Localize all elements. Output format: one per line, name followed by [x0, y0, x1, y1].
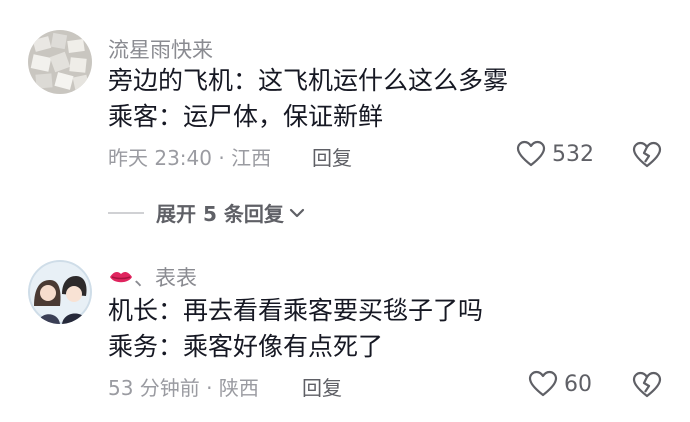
comment-time: 53 分钟前 [108, 376, 200, 400]
like-button[interactable]: 60 [528, 370, 592, 398]
divider [108, 211, 144, 214]
comment-time: 昨天 23:40 [108, 146, 212, 170]
comment-text-line: 乘务：乘客好像有点死了 [108, 332, 384, 361]
broken-heart-icon[interactable] [632, 371, 662, 403]
lips-emoji [110, 272, 132, 283]
comment-location: 陕西 [218, 376, 259, 400]
avatar[interactable] [28, 30, 92, 94]
heart-outline-icon [528, 370, 558, 397]
like-count: 532 [552, 141, 594, 167]
broken-heart-icon[interactable] [632, 141, 662, 173]
comment-meta: 昨天 23:40 · 江西 [108, 146, 272, 170]
comment-meta: 53 分钟前 · 陕西 [108, 376, 259, 400]
like-button[interactable]: 532 [516, 140, 594, 168]
comment-text-line: 机长：再去看看乘客要买毯子了吗 [108, 296, 484, 325]
reply-button[interactable]: 回复 [302, 372, 342, 401]
expand-replies-label: 展开 5 条回复 [156, 202, 284, 226]
username-text: 表表 [155, 266, 197, 290]
username[interactable]: 、表表 [108, 262, 197, 292]
reply-button[interactable]: 回复 [312, 142, 352, 171]
comment-location: 江西 [231, 146, 272, 170]
comment-text-line: 乘客：运尸体，保证新鲜 [108, 102, 384, 131]
comment-item: 流星雨快来 旁边的飞机：这飞机运什么这么多雾 乘客：运尸体，保证新鲜 昨天 23… [0, 0, 690, 190]
comment-text-line: 旁边的飞机：这飞机运什么这么多雾 [108, 66, 509, 95]
expand-replies-button[interactable]: 展开 5 条回复 [108, 198, 306, 227]
like-count: 60 [564, 371, 592, 397]
username-separator: 、 [134, 266, 155, 290]
comment-item: 、表表 机长：再去看看乘客要买毯子了吗 乘务：乘客好像有点死了 53 分钟前 ·… [0, 250, 690, 420]
avatar[interactable] [28, 260, 92, 324]
username[interactable]: 流星雨快来 [108, 34, 213, 64]
heart-outline-icon [516, 140, 546, 167]
chevron-down-icon [289, 208, 304, 217]
